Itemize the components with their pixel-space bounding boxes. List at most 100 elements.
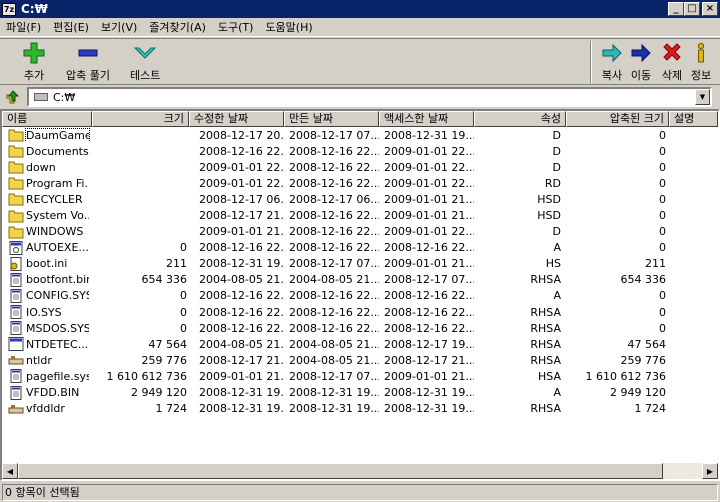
file-row[interactable]: pagefile.sys 1 610 612 736 2009-01-01 21..… bbox=[2, 368, 669, 384]
test-label: 테스트 bbox=[130, 69, 161, 82]
modified-cell: 2008-12-17 06... bbox=[199, 192, 284, 206]
copy-button[interactable]: 복사 bbox=[600, 42, 624, 84]
scroll-right-button[interactable]: ▶ bbox=[702, 463, 718, 479]
file-row[interactable]: CONFIG.SYS 0 2008-12-16 22... 2008-12-16 22… bbox=[2, 288, 669, 304]
delete-x-icon bbox=[660, 42, 684, 64]
menu-help[interactable]: 도움말(H) bbox=[259, 19, 318, 35]
attributes-cell: RHSA bbox=[530, 353, 561, 367]
file-row[interactable]: vfddldr 1 724 2008-12-31 19... 2008-12-31 1… bbox=[2, 401, 669, 417]
menu-tools[interactable]: 도구(T) bbox=[212, 19, 260, 35]
col-size[interactable]: 크기 bbox=[92, 111, 189, 127]
settings-file-icon bbox=[8, 256, 24, 271]
file-row[interactable]: boot.ini 211 2008-12-31 19... 2008-12-17 07… bbox=[2, 256, 669, 272]
minimize-button[interactable]: _ bbox=[668, 2, 684, 16]
col-modified[interactable]: 수정한 날짜 bbox=[189, 111, 284, 127]
info-button[interactable]: 정보 bbox=[689, 42, 713, 84]
file-row[interactable]: WINDOWS 2009-01-01 21... 2008-12-16 22... 2… bbox=[2, 224, 669, 240]
file-row[interactable]: AUTOEXE... 0 2008-12-16 22... 2008-12-16 22… bbox=[2, 240, 669, 256]
file-row[interactable]: down 2009-01-01 22... 2008-12-16 22... 2009… bbox=[2, 159, 669, 175]
size-cell: 0 bbox=[180, 305, 187, 319]
name-cell: System Vo... bbox=[2, 209, 92, 223]
size-cell: 47 564 bbox=[148, 337, 188, 351]
folder-icon bbox=[8, 128, 24, 142]
col-name[interactable]: 이름 bbox=[2, 111, 92, 127]
menu-edit[interactable]: 편집(E) bbox=[47, 19, 95, 35]
file-row[interactable]: DaumGame 2008-12-17 20... 2008-12-17 07...… bbox=[2, 127, 669, 143]
file-row[interactable]: Program Fi... 2009-01-01 22... 2008-12-16 … bbox=[2, 175, 669, 191]
file-row[interactable]: IO.SYS 0 2008-12-16 22... 2008-12-16 22... 2… bbox=[2, 304, 669, 320]
packed-cell: 0 bbox=[659, 128, 666, 142]
menu-bar: 파일(F) 편집(E) 보기(V) 즐겨찾기(A) 도구(T) 도움말(H) bbox=[0, 18, 720, 37]
created-cell: 2004-08-05 21... bbox=[289, 337, 379, 351]
folder-icon bbox=[8, 209, 24, 223]
test-button[interactable]: 테스트 bbox=[130, 42, 160, 84]
modified-cell: 2008-12-31 19... bbox=[199, 257, 284, 271]
menu-view[interactable]: 보기(V) bbox=[95, 19, 143, 35]
file-row[interactable]: bootfont.bin 654 336 2004-08-05 21... 2004-… bbox=[2, 272, 669, 288]
maximize-button[interactable]: □ bbox=[684, 2, 700, 16]
file-row[interactable]: ntldr 259 776 2008-12-17 21... 2004-08-05 2… bbox=[2, 352, 669, 368]
drive-icon bbox=[34, 93, 48, 101]
packed-cell: 1 724 bbox=[634, 402, 667, 416]
scroll-thumb[interactable] bbox=[18, 463, 663, 479]
loader-icon bbox=[8, 353, 24, 367]
plus-icon bbox=[22, 42, 46, 64]
add-label: 추가 bbox=[23, 69, 45, 82]
modified-cell: 2009-01-01 22... bbox=[199, 160, 284, 174]
horizontal-scrollbar[interactable]: ◀ ▶ bbox=[2, 463, 718, 479]
packed-cell: 0 bbox=[659, 209, 666, 223]
file-rows: DaumGame 2008-12-17 20... 2008-12-17 07...… bbox=[2, 127, 669, 417]
status-text: 0 항목이 선택됨 bbox=[2, 483, 718, 501]
file-name: WINDOWS bbox=[26, 225, 84, 239]
path-dropdown-button[interactable]: ▼ bbox=[695, 89, 710, 105]
copy-label: 복사 bbox=[601, 69, 623, 82]
move-button[interactable]: 이동 bbox=[629, 42, 653, 84]
col-comment[interactable]: 설명 bbox=[669, 111, 718, 127]
file-name: bootfont.bin bbox=[26, 273, 89, 287]
size-cell: 2 949 120 bbox=[131, 386, 187, 400]
created-cell: 2008-12-16 22... bbox=[289, 305, 379, 319]
close-button[interactable]: × bbox=[702, 2, 718, 16]
packed-cell: 0 bbox=[659, 192, 666, 206]
packed-cell: 654 336 bbox=[620, 273, 667, 287]
file-icon bbox=[8, 288, 24, 303]
extract-button[interactable]: 압축 풀기 bbox=[66, 42, 110, 84]
menu-favorites[interactable]: 즐겨찾기(A) bbox=[143, 19, 212, 35]
file-name: MSDOS.SYS bbox=[26, 321, 89, 335]
up-folder-button[interactable] bbox=[3, 87, 23, 106]
col-accessed[interactable]: 액세스한 날짜 bbox=[379, 111, 474, 127]
modified-cell: 2004-08-05 21... bbox=[199, 337, 284, 351]
modified-cell: 2004-08-05 21... bbox=[199, 273, 284, 287]
created-cell: 2008-12-17 06... bbox=[289, 192, 379, 206]
add-button[interactable]: 추가 bbox=[22, 42, 46, 84]
attributes-cell: RHSA bbox=[530, 337, 561, 351]
modified-cell: 2008-12-31 19... bbox=[199, 386, 284, 400]
created-cell: 2008-12-16 22... bbox=[289, 241, 379, 255]
file-icon bbox=[8, 305, 24, 320]
file-row[interactable]: Documents... 2008-12-16 22... 2008-12-16 2… bbox=[2, 143, 669, 159]
col-created[interactable]: 만든 날짜 bbox=[284, 111, 379, 127]
app-icon[interactable]: 7z bbox=[2, 2, 16, 16]
size-cell: 654 336 bbox=[141, 273, 188, 287]
file-row[interactable]: RECYCLER 2008-12-17 06... 2008-12-17 06...… bbox=[2, 191, 669, 207]
name-cell: IO.SYS bbox=[2, 305, 92, 320]
file-name: IO.SYS bbox=[26, 305, 62, 319]
attributes-cell: RHSA bbox=[530, 321, 561, 335]
scroll-left-button[interactable]: ◀ bbox=[2, 463, 18, 479]
delete-button[interactable]: 삭제 bbox=[660, 42, 684, 84]
menu-file[interactable]: 파일(F) bbox=[0, 19, 47, 35]
name-cell: NTDETEC... bbox=[2, 337, 92, 352]
file-row[interactable]: MSDOS.SYS 0 2008-12-16 22... 2008-12-16 22.… bbox=[2, 320, 669, 336]
col-packed[interactable]: 압축된 크기 bbox=[566, 111, 669, 127]
path-input[interactable]: C:₩ ▼ bbox=[27, 87, 712, 107]
file-row[interactable]: System Vo... 2008-12-17 21... 2008-12-16 2… bbox=[2, 207, 669, 223]
packed-cell: 0 bbox=[659, 144, 666, 158]
size-cell: 0 bbox=[180, 321, 187, 335]
file-row[interactable]: NTDETEC... 47 564 2004-08-05 21... 2004-08-… bbox=[2, 336, 669, 352]
col-attributes[interactable]: 속성 bbox=[474, 111, 566, 127]
file-name: pagefile.sys bbox=[26, 369, 89, 383]
file-row[interactable]: VFDD.BIN 2 949 120 2008-12-31 19... 2008-12… bbox=[2, 385, 669, 401]
packed-cell: 1 610 612 736 bbox=[585, 369, 666, 383]
accessed-cell: 2008-12-16 22... bbox=[384, 305, 474, 319]
attributes-cell: D bbox=[552, 160, 561, 174]
